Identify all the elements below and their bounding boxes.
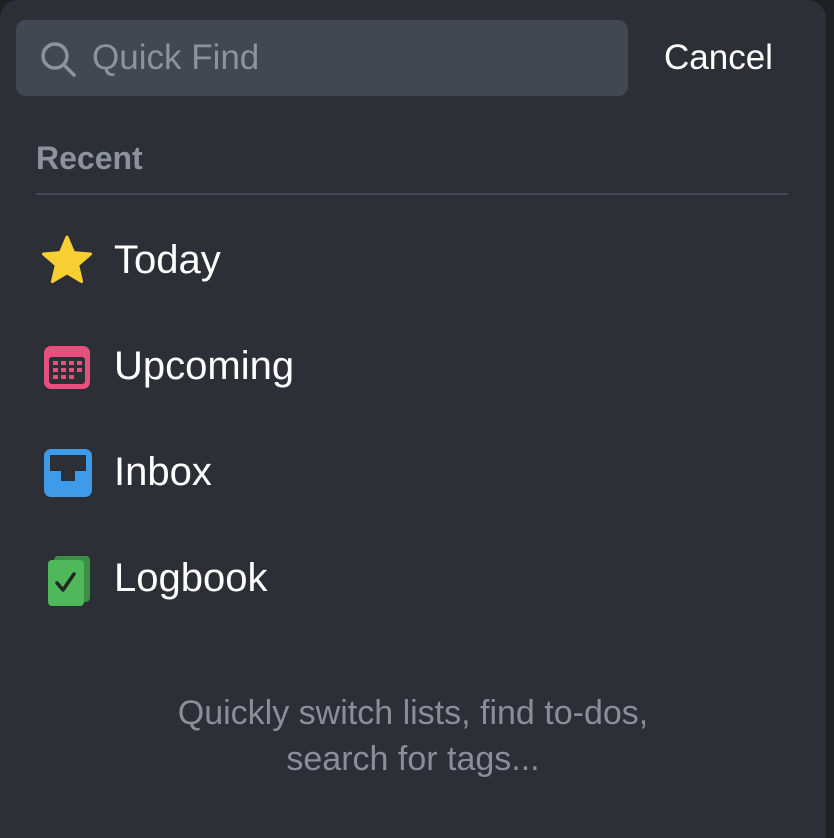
list-item-label: Logbook: [114, 556, 268, 600]
inbox-icon: [44, 449, 92, 497]
search-icon: [41, 42, 76, 77]
calendar-icon: [44, 346, 90, 389]
hint-line-2: search for tags...: [286, 740, 540, 778]
search-input[interactable]: [92, 32, 612, 84]
search-field[interactable]: [16, 20, 628, 96]
logbook-icon: [48, 556, 90, 606]
hint-line-1: Quickly switch lists, find to-dos,: [177, 694, 649, 732]
list-item-inbox[interactable]: Inbox: [36, 432, 788, 512]
list-item-logbook[interactable]: Logbook: [36, 538, 788, 618]
quick-find-panel: Cancel Recent Today: [0, 0, 826, 838]
list-item-upcoming[interactable]: Upcoming: [36, 326, 788, 406]
star-icon: [42, 235, 92, 284]
divider: [36, 193, 788, 195]
cancel-button[interactable]: Cancel: [664, 34, 773, 82]
recent-section-header: Recent: [36, 140, 143, 176]
list-item-label: Today: [114, 238, 221, 282]
list-item-label: Inbox: [114, 450, 212, 494]
hint-text: Quickly switch lists, find to-dos, searc…: [0, 690, 826, 782]
list-item-today[interactable]: Today: [36, 220, 788, 300]
list-item-label: Upcoming: [114, 344, 295, 388]
search-row: Cancel: [16, 20, 806, 96]
